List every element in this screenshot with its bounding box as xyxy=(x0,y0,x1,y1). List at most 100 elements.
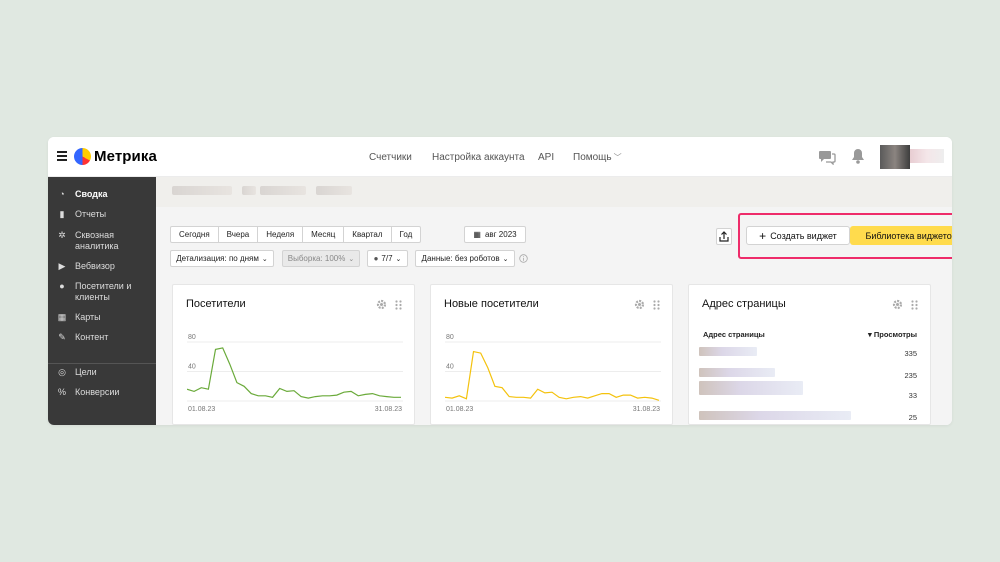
visitors-chart-y-tick-label: 40 xyxy=(188,364,196,371)
sidebar-item-label: Конверсии xyxy=(75,387,120,397)
page-address-blurred xyxy=(699,381,803,395)
play-icon: ▶ xyxy=(58,261,66,271)
avatar[interactable] xyxy=(880,145,910,169)
bell-icon[interactable] xyxy=(851,148,865,164)
calendar-icon: ▦ xyxy=(473,230,481,239)
column-header-page[interactable]: Адрес страницы xyxy=(703,330,765,339)
sidebar-item-label: Отчеты xyxy=(75,209,107,219)
column-header-views[interactable]: ▾ Просмотры xyxy=(868,330,917,339)
chevron-down-icon: ⌄ xyxy=(502,255,509,263)
page-address-blurred xyxy=(699,411,851,420)
period-year[interactable]: Год xyxy=(392,227,421,242)
nav-counters[interactable]: Счетчики xyxy=(369,152,412,163)
sidebar-item-webvisor[interactable]: ▶ Вебвизор xyxy=(56,261,152,272)
logo-icon xyxy=(74,148,91,165)
drag-handle-icon[interactable] xyxy=(395,300,402,310)
widget-title: Посетители xyxy=(186,298,246,310)
detail-label: Детализация: по дням xyxy=(176,254,259,263)
sidebar-item-label: Посетители и клиенты xyxy=(75,281,132,302)
widget-page-address: Адрес страницы Адрес страницы ▾ Просмотр… xyxy=(688,284,931,425)
visitors-chart: 80 40 01.08.23 31.08.23 xyxy=(187,334,403,413)
views-value: 235 xyxy=(904,371,917,380)
detail-dropdown[interactable]: Детализация: по дням ⌄ xyxy=(170,250,274,267)
sidebar-divider xyxy=(48,363,156,364)
metrika-window: Метрика Счетчики Настройка аккаунта API … xyxy=(48,137,952,425)
sidebar-item-label: Цели xyxy=(75,367,97,377)
gear-flower-icon: ✲ xyxy=(58,230,66,240)
page-address-blurred xyxy=(699,368,775,377)
breadcrumb-blurred xyxy=(316,186,352,195)
visitors-chart-x-tick-label-end: 31.08.23 xyxy=(375,406,402,413)
app-logo-title[interactable]: Метрика xyxy=(94,148,157,165)
new-visitors-chart-x-tick-label-end: 31.08.23 xyxy=(633,406,660,413)
visitors-chart-series-line xyxy=(187,347,401,399)
share-icon xyxy=(719,231,729,242)
target-icon: ◎ xyxy=(58,367,66,377)
sidebar: ◔ Сводка ▮ Отчеты ✲ Сквозная аналитика ▶… xyxy=(48,177,156,425)
comments-dropdown[interactable]: ● 7/7 ⌄ xyxy=(367,250,408,267)
breadcrumb-blurred xyxy=(172,186,232,195)
chevron-down-icon: ⌄ xyxy=(261,255,268,263)
pen-icon: ✎ xyxy=(58,332,66,342)
top-bar: Метрика Счетчики Настройка аккаунта API … xyxy=(48,137,952,177)
date-label: авг 2023 xyxy=(484,230,517,239)
menu-icon[interactable] xyxy=(57,151,67,161)
sidebar-item-label: Карты xyxy=(75,312,101,322)
period-quarter[interactable]: Квартал xyxy=(344,227,392,242)
map-icon: ▦ xyxy=(57,312,67,322)
sidebar-item-visitors-clients[interactable]: ● Посетители и клиенты xyxy=(56,281,152,303)
share-button[interactable] xyxy=(716,228,732,245)
account-name-blurred[interactable] xyxy=(910,149,944,163)
chat-icon[interactable] xyxy=(818,149,836,165)
sample-label: Выборка: 100% xyxy=(287,254,346,263)
sidebar-item-label: Сводка xyxy=(75,189,108,199)
sidebar-item-label: Вебвизор xyxy=(75,261,115,271)
nav-api[interactable]: API xyxy=(538,152,554,163)
new-visitors-chart-y-tick-label: 80 xyxy=(446,334,454,341)
sidebar-item-summary[interactable]: ◔ Сводка xyxy=(56,189,152,200)
views-value: 335 xyxy=(904,349,917,358)
new-visitors-chart-x-tick-label-start: 01.08.23 xyxy=(446,406,473,413)
chevron-down-icon: ﹀ xyxy=(613,153,622,162)
sidebar-item-maps[interactable]: ▦ Карты xyxy=(56,312,152,323)
sidebar-item-label: Сквозная аналитика xyxy=(75,230,119,251)
widget-visitors: Посетители 80 40 01.08.23 31.08.23 xyxy=(172,284,415,425)
breadcrumb-blurred xyxy=(260,186,306,195)
period-yesterday[interactable]: Вчера xyxy=(219,227,259,242)
breadcrumb-blurred xyxy=(242,186,256,195)
comments-label: 7/7 xyxy=(381,254,393,263)
period-selector: Сегодня Вчера Неделя Месяц Квартал Год xyxy=(170,226,422,243)
percent-icon: % xyxy=(57,387,66,397)
drag-handle-icon[interactable] xyxy=(911,300,918,310)
sidebar-item-conversions[interactable]: % Конверсии xyxy=(56,387,152,398)
new-visitors-chart-series-line xyxy=(445,350,660,401)
sample-dropdown[interactable]: Выборка: 100% ⌄ xyxy=(282,250,360,267)
sidebar-item-goals[interactable]: ◎ Цели xyxy=(56,367,152,378)
widget-new-visitors: Новые посетители 80 40 01.08.23 31.08.23 xyxy=(430,284,673,425)
date-picker-button[interactable]: ▦ авг 2023 xyxy=(464,226,526,243)
nav-help[interactable]: Помощь ﹀ xyxy=(573,152,622,163)
period-month[interactable]: Месяц xyxy=(303,227,345,242)
gear-icon[interactable] xyxy=(892,299,903,310)
gear-icon[interactable] xyxy=(376,299,387,310)
bar-chart-icon: ▮ xyxy=(59,209,65,219)
sidebar-item-end-to-end-analytics[interactable]: ✲ Сквозная аналитика xyxy=(56,230,152,252)
new-visitors-chart-y-tick-label: 40 xyxy=(446,364,454,371)
chevron-down-icon: ⌄ xyxy=(395,255,402,263)
breadcrumb xyxy=(156,177,952,207)
widget-title: Новые посетители xyxy=(444,298,539,310)
sidebar-item-reports[interactable]: ▮ Отчеты xyxy=(56,209,152,220)
drag-handle-icon[interactable] xyxy=(653,300,660,310)
main-area: Сегодня Вчера Неделя Месяц Квартал Год ▦… xyxy=(156,177,952,425)
period-week[interactable]: Неделя xyxy=(258,227,304,242)
views-value: 33 xyxy=(908,391,917,400)
period-today[interactable]: Сегодня xyxy=(171,227,219,242)
gauge-icon: ◔ xyxy=(59,189,65,199)
sidebar-item-content[interactable]: ✎ Контент xyxy=(56,332,152,343)
gear-icon[interactable] xyxy=(634,299,645,310)
robots-filter-dropdown[interactable]: Данные: без роботов ⌄ xyxy=(415,250,515,267)
info-icon[interactable] xyxy=(519,254,528,263)
views-value: 25 xyxy=(908,413,917,422)
new-visitors-chart: 80 40 01.08.23 31.08.23 xyxy=(445,334,661,413)
nav-account-settings[interactable]: Настройка аккаунта xyxy=(432,152,525,163)
